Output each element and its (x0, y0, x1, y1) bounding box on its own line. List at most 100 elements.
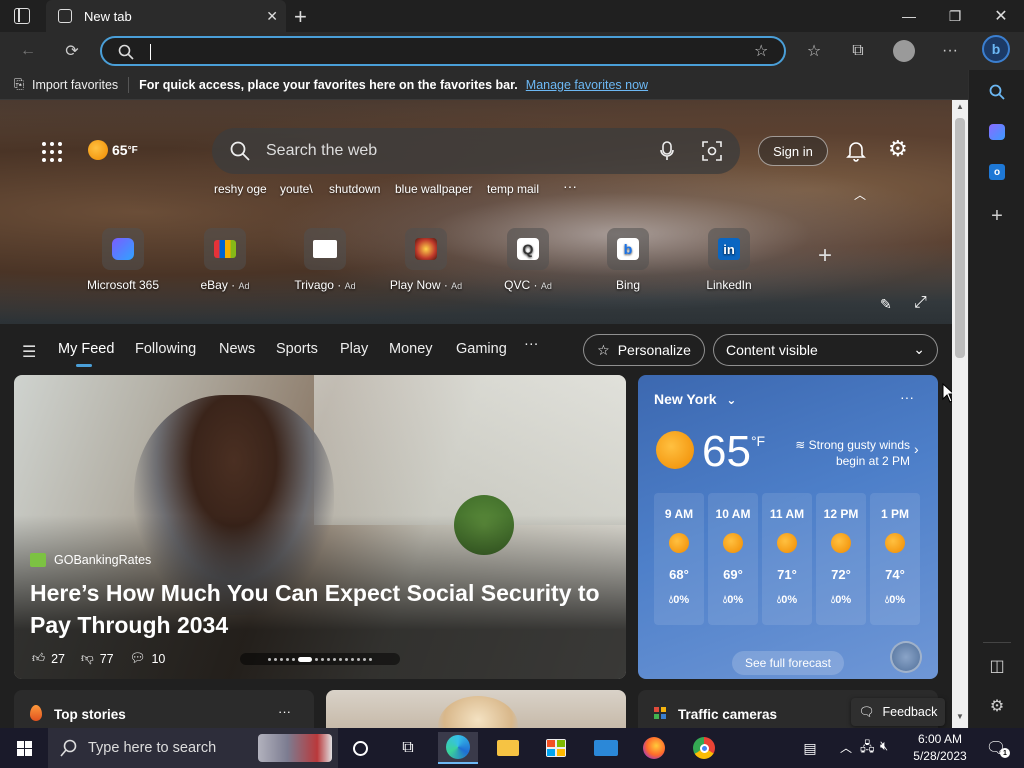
quick-link-ebay[interactable]: eBay · Ad (180, 228, 270, 292)
tab-play[interactable]: Play (340, 341, 368, 357)
hourly-forecast-item[interactable]: 1 PM 74° 💧︎0% (870, 493, 920, 625)
close-tab-icon[interactable]: ✕ (266, 8, 278, 25)
profile-avatar[interactable] (890, 38, 918, 64)
quick-link-microsoft365[interactable]: Microsoft 365 (78, 228, 168, 292)
file-explorer-icon[interactable] (488, 732, 528, 764)
action-center-icon[interactable]: 🗨︎ 1 (976, 732, 1016, 764)
quick-link-bing[interactable]: b Bing (583, 228, 673, 292)
edit-background-icon[interactable]: ✎ (880, 296, 892, 313)
scroll-down-arrow[interactable]: ▼ (956, 712, 964, 721)
hide-sidebar-icon[interactable]: ◫ (985, 654, 1009, 678)
quick-link-trivago[interactable]: Trivago · Ad (280, 228, 370, 292)
web-search-box[interactable]: Search the web (212, 128, 740, 174)
chrome-icon[interactable] (684, 732, 724, 764)
like-icon[interactable]: 👍︎ (32, 651, 45, 666)
add-favorite-icon[interactable]: ☆ (754, 41, 768, 61)
top-stories-more-icon[interactable]: ··· (278, 704, 291, 719)
new-tab-button[interactable]: + (294, 4, 307, 30)
trending-search-3[interactable]: shutdown (329, 182, 380, 196)
quick-link-linkedin[interactable]: in LinkedIn (684, 228, 774, 292)
hourly-forecast-item[interactable]: 10 AM 69° 💧︎0% (708, 493, 758, 625)
more-menu-icon[interactable]: ··· (936, 38, 964, 64)
edge-taskbar-icon[interactable] (438, 732, 478, 764)
mail-icon[interactable] (586, 732, 626, 764)
chevron-right-icon[interactable]: › (914, 441, 919, 457)
page-scrollbar[interactable]: ▲ ▼ (952, 100, 968, 728)
expand-background-icon[interactable]: ⤢ (914, 294, 927, 312)
close-window-button[interactable]: ✕ (978, 0, 1024, 32)
hourly-forecast-item[interactable]: 11 AM 71° 💧︎0% (762, 493, 812, 625)
weather-mini-widget[interactable]: 65 °F (88, 140, 138, 160)
microphone-icon[interactable] (660, 141, 674, 161)
sign-in-button[interactable]: Sign in (758, 136, 828, 166)
taskbar-search-box[interactable]: Type here to search (48, 728, 338, 768)
trending-search-5[interactable]: temp mail (487, 182, 539, 196)
apps-launcher-icon[interactable] (42, 142, 62, 162)
tab-gaming[interactable]: Gaming (456, 341, 507, 357)
microsoft-store-icon[interactable] (536, 732, 576, 764)
hourly-forecast-item[interactable]: 9 AM 68° 💧︎0% (654, 493, 704, 625)
tab-my-feed[interactable]: My Feed (58, 341, 114, 367)
news-widget-icon[interactable]: ▤ (790, 732, 830, 764)
tab-money[interactable]: Money (389, 341, 433, 357)
collections-icon[interactable]: ⧉ (844, 38, 872, 64)
more-tabs-icon[interactable]: ··· (524, 336, 539, 352)
outlook-icon[interactable]: o (985, 160, 1009, 184)
top-stories-card[interactable]: Top stories ··· (14, 690, 314, 730)
sidebar-settings-icon[interactable]: ⚙ (985, 694, 1009, 718)
quick-link-qvc[interactable]: Q QVC · Ad (483, 228, 573, 292)
firefox-icon[interactable] (634, 732, 674, 764)
scroll-up-arrow[interactable]: ▲ (956, 102, 964, 111)
task-view-icon[interactable]: ⧉ (388, 732, 428, 764)
trending-more-icon[interactable]: ··· (563, 178, 577, 194)
back-button[interactable]: ← (14, 38, 42, 64)
tab-news[interactable]: News (219, 341, 255, 357)
settings-gear-icon[interactable]: ⚙ (888, 136, 908, 162)
weather-alert[interactable]: ≋ Strong gusty winds begin at 2 PM (784, 437, 910, 469)
network-icon[interactable]: 🖧︎ (860, 738, 875, 760)
tab-sports[interactable]: Sports (276, 341, 318, 357)
manage-favorites-link[interactable]: Manage favorites now (526, 78, 648, 92)
quick-link-play-now[interactable]: Play Now · Ad (381, 228, 471, 292)
feedback-button[interactable]: 🗨︎ Feedback (851, 698, 945, 726)
address-bar[interactable]: ☆ (100, 36, 786, 66)
story-headline[interactable]: Here’s How Much You Can Expect Social Se… (30, 577, 610, 641)
search-icon[interactable] (985, 80, 1009, 104)
carousel-pager[interactable] (240, 653, 400, 665)
main-story-card[interactable]: GOBankingRates Here’s How Much You Can E… (14, 375, 626, 679)
notifications-bell-icon[interactable] (846, 140, 866, 162)
minimize-button[interactable]: — (886, 0, 932, 32)
volume-muted-icon[interactable]: 🔇︎ (880, 738, 888, 754)
windows-start-icon[interactable] (4, 732, 44, 764)
weather-city-dropdown[interactable]: New York ⌄ (654, 391, 736, 407)
bing-copilot-icon[interactable]: b (982, 34, 1010, 64)
hourly-forecast-item[interactable]: 12 PM 72° 💧︎0% (816, 493, 866, 625)
see-full-forecast-button[interactable]: See full forecast (732, 651, 844, 675)
hamburger-menu-icon[interactable]: ☰ (22, 342, 36, 362)
import-favorites-button[interactable]: ⎘ Import favorites (14, 77, 118, 92)
tab-new-tab[interactable]: New tab ✕ (46, 0, 286, 32)
comment-icon[interactable]: 💬︎ (130, 651, 146, 666)
restore-button[interactable]: ❐ (932, 0, 978, 32)
taskbar-clock[interactable]: 6:00 AM 5/28/2023 (908, 731, 972, 765)
collapse-chevron-icon[interactable]: ︿ (854, 186, 866, 203)
dislike-icon[interactable]: 👎︎ (81, 651, 94, 666)
story-card-image[interactable] (326, 690, 626, 730)
refresh-button[interactable]: ⟳ (58, 38, 86, 64)
tab-actions-icon[interactable] (14, 8, 30, 24)
trending-search-2[interactable]: youte\ (280, 182, 313, 196)
add-sidebar-app-icon[interactable]: + (985, 204, 1009, 228)
weather-card[interactable]: New York ⌄ ··· 65°F ≋ Strong gusty winds… (638, 375, 938, 679)
show-hidden-icons-chevron[interactable]: ︿ (840, 739, 852, 756)
visual-search-icon[interactable] (702, 141, 722, 161)
trending-search-1[interactable]: reshy oge (214, 182, 267, 196)
cortana-icon[interactable] (340, 732, 380, 764)
content-visibility-dropdown[interactable]: Content visible ⌄ (713, 334, 938, 366)
favorites-icon[interactable]: ☆ (800, 38, 828, 64)
weather-map-icon[interactable] (890, 641, 922, 673)
scrollbar-thumb[interactable] (955, 118, 965, 358)
tab-following[interactable]: Following (135, 341, 196, 357)
add-quick-link-button[interactable]: + (818, 242, 832, 270)
trending-search-4[interactable]: blue wallpaper (395, 182, 472, 196)
copilot-icon[interactable] (985, 120, 1009, 144)
